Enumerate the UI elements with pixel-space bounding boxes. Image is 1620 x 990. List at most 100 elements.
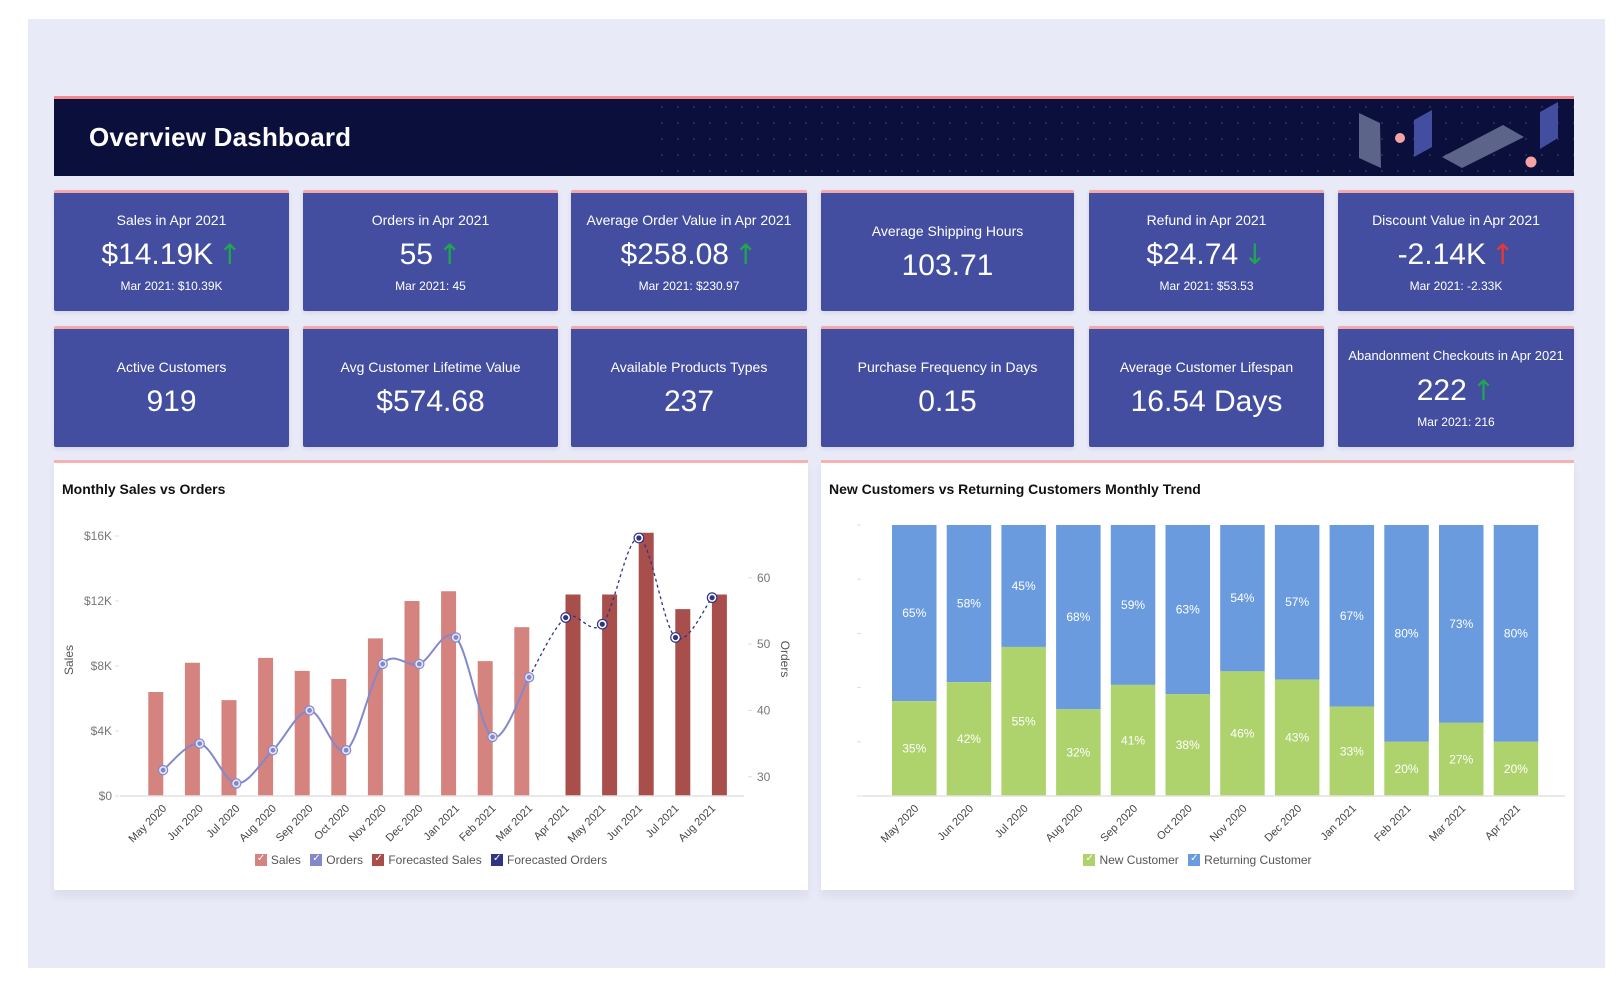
returning-customer-data-label: 63% [1176,603,1200,617]
kpi-value: 103.71 [901,248,994,282]
new-customer-data-label: 35% [902,742,926,756]
x-tick-label: Dec 2020 [384,803,426,845]
kpi-value: $258.08 [620,237,729,271]
legend-item-forecasted-sales[interactable]: Forecasted Sales [372,853,482,867]
forecasted-sales-bar [711,594,727,796]
chart-title: Monthly Sales vs Orders [62,481,226,497]
customers-trend-chart: 65% 35% May 2020 58% 42% Jun 2020 45% 55% Jul 20… [857,524,1565,846]
y2-tick-label: 50 [757,637,771,651]
returning-customer-data-label: 54% [1230,591,1254,605]
orders-point-center [160,767,166,773]
kpi-card-avg-customer-lifetime-value: Avg Customer Lifetime Value $574.68 [303,326,558,447]
new-customer-data-label: 20% [1395,762,1419,776]
new-customer-data-label: 20% [1504,762,1528,776]
kpi-value: 237 [663,384,715,418]
x-tick-label: Sep 2020 [1098,803,1140,845]
legend-item-returning-customer[interactable]: Returning Customer [1188,853,1312,867]
x-tick-label: May 2020 [127,803,170,846]
x-tick-label: May 2020 [879,803,922,846]
y-tick-label: $8K [91,659,112,673]
orders-point-center [343,747,349,753]
kpi-value-row: 103.71 [902,249,994,283]
new-customer-data-label: 43% [1285,731,1309,745]
kpi-label: Average Shipping Hours [871,222,1024,239]
kpi-value: 16.54 Days [1130,384,1283,418]
sales-orders-chart: $0 $4K $8K $12K $16K 30 40 50 60 Sales Orders May 2… [62,529,792,846]
kpi-card-purchase-frequency: Purchase Frequency in Days 0.15 [821,326,1074,447]
returning-customer-data-label: 65% [902,606,926,620]
forecasted-orders-point-center [672,634,679,641]
checkbox-checked-icon [254,853,267,866]
checkbox-checked-icon [310,853,323,866]
arrow-up-icon: ↑ [1471,373,1496,407]
decor-shape [1414,110,1432,157]
legend-item-forecasted-orders[interactable]: Forecasted Orders [491,853,607,867]
checkbox-checked-icon [1188,853,1201,866]
y-tick-label: $0 [99,789,113,803]
y2-tick-label: 30 [757,770,771,784]
legend-item-new-customer[interactable]: New Customer [1083,853,1179,867]
forecasted-orders-point-center [636,535,642,541]
orders-point-center [526,674,532,680]
arrow-up-icon: ↑ [1490,237,1515,271]
kpi-value: $574.68 [376,384,485,418]
x-tick-label: Jun 2020 [936,803,976,843]
sales-bar [294,670,310,796]
chart-title: New Customers vs Returning Customers Mon… [829,481,1201,497]
checkbox-checked-icon [1083,853,1096,866]
y-tick-label: $12K [84,594,112,608]
forecasted-orders-point-center [563,614,569,621]
returning-customer-data-label: 57% [1285,595,1309,609]
x-tick-label: Nov 2020 [347,803,389,845]
arrow-up-icon: ↑ [218,237,242,271]
sales-bar [258,657,274,796]
decor-dot [1525,156,1537,168]
kpi-label: Abandonment Checkouts in Apr 2021 [1348,347,1564,363]
chart-panel-new-vs-returning-customers: 65% 35% May 2020 58% 42% Jun 2020 45% 55% Jul 20… [821,460,1574,890]
kpi-value-row: 237 [664,385,714,419]
kpi-value: $24.74 [1146,237,1239,271]
orders-point-center [490,734,495,740]
kpi-value: 55 [399,237,433,271]
checkbox-checked-icon [372,853,385,866]
new-customer-data-label: 33% [1340,744,1364,758]
legend-item-sales[interactable]: Sales [254,853,301,867]
x-tick-label: Feb 2021 [1372,803,1413,844]
kpi-value: -2.14K [1397,237,1486,271]
x-tick-label: Aug 2021 [676,803,718,845]
kpi-comparison: Mar 2021: 216 [1417,414,1495,429]
kpi-comparison: Mar 2021: $53.53 [1159,278,1254,293]
orders-point-center [233,780,239,786]
x-tick-label: Mar 2021 [1427,803,1468,844]
kpi-value-row: $258.08 ↑ [621,238,758,272]
kpi-label: Sales in Apr 2021 [116,211,227,228]
orders-point-center [453,635,459,640]
returning-customer-data-label: 68% [1066,610,1090,624]
kpi-label: Avg Customer Lifetime Value [340,358,521,375]
chart-legend: New Customer Returning Customer [821,853,1574,869]
new-customer-data-label: 46% [1230,727,1254,741]
kpi-label: Available Products Types [610,358,768,375]
y-tick-label: $4K [91,724,112,738]
y-axis-title: Sales [62,645,76,675]
x-tick-label: Nov 2020 [1208,803,1250,845]
kpi-comparison: Mar 2021: $230.97 [638,278,740,293]
kpi-comparison: Mar 2021: 45 [395,278,466,293]
kpi-label: Purchase Frequency in Days [857,358,1038,375]
kpi-value-row: $24.74 ↓ [1146,238,1266,272]
legend-item-orders[interactable]: Orders [310,853,363,867]
kpi-label: Orders in Apr 2021 [371,211,490,228]
returning-customer-data-label: 59% [1121,598,1145,612]
returning-customer-data-label: 80% [1395,626,1419,640]
x-tick-label: Aug 2020 [237,803,279,845]
kpi-comparison: Mar 2021: -2.33K [1409,278,1503,293]
returning-customer-data-label: 58% [957,597,981,611]
returning-customer-data-label: 80% [1504,626,1528,640]
dashboard-header: Overview Dashboard [54,96,1574,176]
legend-label: Returning Customer [1204,853,1312,867]
decor-shape [1540,102,1558,149]
orders-point-center [197,741,203,747]
forecasted-sales-bar [565,594,581,796]
kpi-card-average-customer-lifespan: Average Customer Lifespan 16.54 Days [1089,326,1324,447]
returning-customer-data-label: 45% [1012,579,1036,593]
